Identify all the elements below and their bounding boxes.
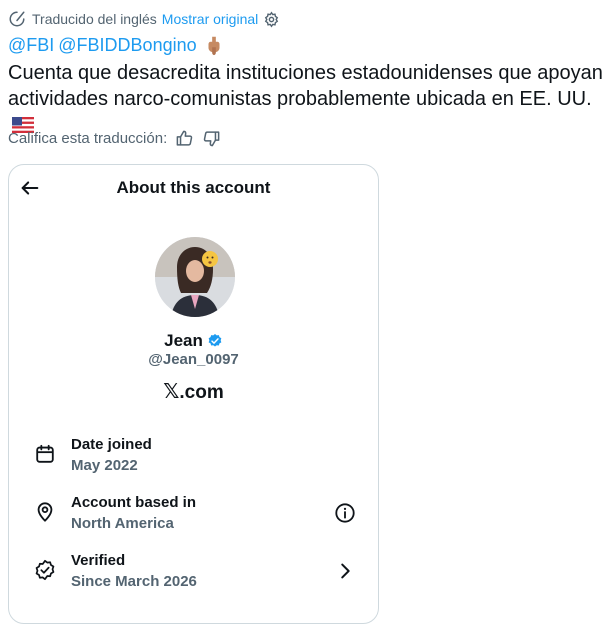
mention-fbi[interactable]: @FBI <box>8 35 54 56</box>
site-label: 𝕏.com <box>9 379 378 404</box>
translate-icon <box>8 10 26 28</box>
date-joined-value: May 2022 <box>71 457 138 474</box>
mention-fbiddbongino[interactable]: @FBIDDBongino <box>58 35 196 56</box>
translated-from-label: Traducido del inglés <box>32 11 157 27</box>
thumbs-down-icon[interactable] <box>201 128 221 148</box>
account-based-in-title: Account based in <box>71 494 197 511</box>
info-icon[interactable] <box>334 502 356 524</box>
location-pin-icon <box>34 501 56 523</box>
rate-translation: Califica esta traducción: <box>8 126 221 150</box>
post-text: Cuenta que desacredita instituciones est… <box>8 62 603 110</box>
verified-title: Verified <box>71 552 126 569</box>
pointing-down-emoji-icon <box>203 34 225 56</box>
date-joined-row: Date joined May 2022 <box>9 435 378 483</box>
account-based-in-row: Account based in North America <box>9 493 378 541</box>
rate-translation-label: Califica esta traducción: <box>8 129 168 147</box>
account-based-in-value: North America <box>71 515 174 532</box>
mentions-line: @FBI @FBIDDBongino <box>8 33 225 57</box>
display-name-row: Jean <box>9 331 378 351</box>
verified-badge-icon <box>207 333 223 349</box>
verified-value: Since March 2026 <box>71 573 197 590</box>
account-handle: @Jean_0097 <box>148 351 239 368</box>
translation-header: Traducido del inglés Mostrar original <box>8 9 280 29</box>
card-title: About this account <box>116 178 271 197</box>
calendar-icon <box>34 443 56 465</box>
display-name: Jean <box>164 331 203 350</box>
gear-icon[interactable] <box>263 11 280 28</box>
avatar[interactable] <box>155 237 235 317</box>
date-joined-title: Date joined <box>71 436 152 453</box>
verified-row[interactable]: Verified Since March 2026 <box>9 551 378 599</box>
verified-badge-outline-icon <box>34 559 56 581</box>
show-original-link[interactable]: Mostrar original <box>162 11 258 27</box>
chevron-right-icon[interactable] <box>334 560 356 582</box>
site-suffix: .com <box>179 382 224 403</box>
x-logo-icon: 𝕏 <box>163 379 180 403</box>
thumbs-up-icon[interactable] <box>174 128 194 148</box>
card-header: About this account <box>9 165 378 211</box>
about-account-card[interactable]: About this account Jean @Jean_0097 𝕏.com <box>8 164 379 624</box>
